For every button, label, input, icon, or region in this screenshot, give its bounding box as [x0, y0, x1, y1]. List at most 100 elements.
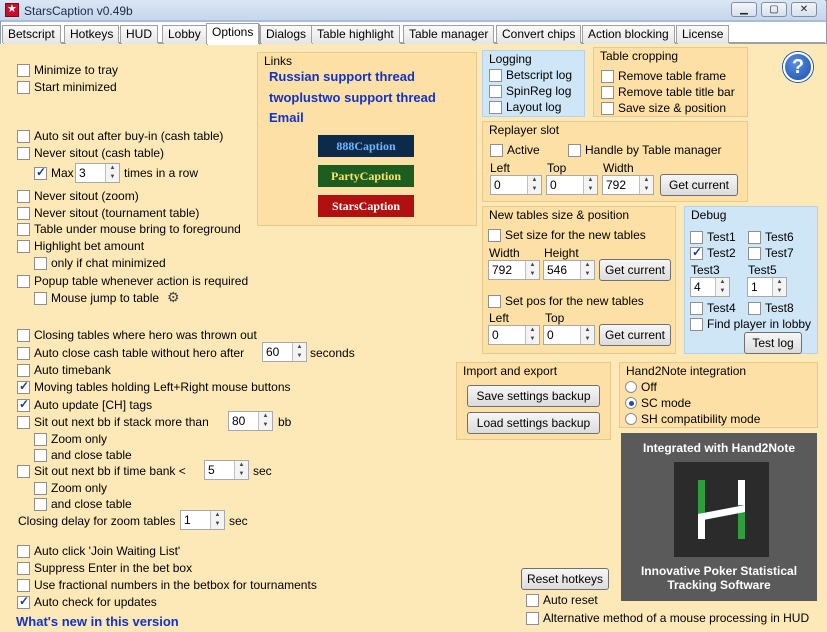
- stepper-value[interactable]: 792: [489, 261, 525, 279]
- auto-close-cash-checkbox[interactable]: Auto close cash table without hero after: [17, 346, 244, 360]
- tab-hotkeys[interactable]: Hotkeys: [64, 25, 120, 43]
- tab-action-blocking[interactable]: Action blocking: [582, 25, 675, 43]
- gear-icon[interactable]: ⚙: [167, 289, 180, 306]
- stepper-arrows[interactable]: ▲ ▼: [527, 176, 541, 194]
- tab-dialogs[interactable]: Dialogs: [260, 25, 313, 43]
- spinreg-log-checkbox[interactable]: SpinReg log: [489, 84, 571, 98]
- checkbox-box[interactable]: [690, 301, 703, 315]
- sit-out-timebank-checkbox[interactable]: Sit out next bb if time bank <: [17, 464, 186, 478]
- auto-timebank-checkbox[interactable]: Auto timebank: [17, 363, 111, 377]
- checkbox-box[interactable]: [690, 317, 703, 331]
- checkbox-box[interactable]: [17, 379, 30, 394]
- mouse-jump-checkbox[interactable]: Mouse jump to table: [34, 291, 159, 305]
- checkbox-box[interactable]: [17, 146, 30, 160]
- checkbox-box[interactable]: [34, 432, 47, 446]
- radio-dot[interactable]: [625, 397, 637, 409]
- tab-license[interactable]: License: [676, 25, 730, 43]
- checkbox-box[interactable]: [17, 594, 30, 609]
- close-button-overlay[interactable]: ✕: [791, 2, 817, 17]
- save-size-position-checkbox[interactable]: Save size & position: [601, 101, 726, 115]
- radio-dot[interactable]: [625, 413, 637, 425]
- timebank-stepper[interactable]: 5 ▲ ▼: [204, 460, 249, 480]
- stepper-value[interactable]: 1: [181, 511, 210, 529]
- max-times-checkbox[interactable]: Max: [34, 165, 74, 180]
- and-close-table-checkbox[interactable]: and close table: [34, 448, 132, 462]
- checkbox-box[interactable]: [748, 301, 761, 315]
- checkbox-box[interactable]: [17, 129, 30, 143]
- zoom-only-checkbox[interactable]: Zoom only: [34, 432, 107, 446]
- stepper-arrows[interactable]: ▲ ▼: [105, 164, 119, 182]
- tab-options[interactable]: Options: [206, 23, 260, 44]
- checkbox-box[interactable]: [489, 84, 502, 98]
- replayer-active-checkbox[interactable]: Active: [490, 143, 540, 157]
- checkbox-box[interactable]: [526, 611, 539, 625]
- checkbox-box[interactable]: [17, 415, 30, 429]
- test6-checkbox[interactable]: Test6: [748, 230, 794, 244]
- checkbox-box[interactable]: [34, 497, 47, 511]
- new-top-stepper[interactable]: 0 ▲ ▼: [543, 325, 595, 345]
- stepper-value[interactable]: 1: [748, 278, 772, 296]
- auto-sitout-checkbox[interactable]: Auto sit out after buy-in (cash table): [17, 129, 223, 143]
- load-settings-backup-button[interactable]: Load settings backup: [467, 412, 600, 434]
- test7-checkbox[interactable]: Test7: [748, 246, 794, 260]
- 888caption-link[interactable]: 888Caption: [318, 135, 414, 157]
- checkbox-box[interactable]: [488, 228, 501, 242]
- checkbox-box[interactable]: [17, 274, 30, 288]
- alt-mouse-method-checkbox[interactable]: Alternative method of a mouse processing…: [526, 611, 809, 625]
- checkbox-box[interactable]: [489, 68, 502, 82]
- test8-checkbox[interactable]: Test8: [748, 301, 794, 315]
- replayer-top-stepper[interactable]: 0 ▲ ▼: [546, 175, 598, 195]
- stepper-arrows[interactable]: ▲ ▼: [525, 326, 539, 344]
- partycaption-link[interactable]: PartyCaption: [318, 165, 414, 187]
- stepper-value[interactable]: 546: [544, 261, 580, 279]
- checkbox-box[interactable]: [17, 544, 30, 558]
- checkbox-box[interactable]: [489, 100, 502, 114]
- highlight-bet-checkbox[interactable]: Highlight bet amount: [17, 239, 144, 253]
- test1-checkbox[interactable]: Test1: [690, 230, 736, 244]
- zoom-only-2-checkbox[interactable]: Zoom only: [34, 481, 107, 495]
- test-log-button[interactable]: Test log: [744, 332, 802, 354]
- checkbox-box[interactable]: [17, 222, 30, 236]
- checkbox-box[interactable]: [17, 397, 30, 412]
- replayer-get-current-button[interactable]: Get current: [660, 174, 738, 196]
- replayer-width-stepper[interactable]: 792 ▲ ▼: [602, 175, 654, 195]
- stepper-arrows[interactable]: ▲ ▼: [639, 176, 653, 194]
- moving-tables-checkbox[interactable]: Moving tables holding Left+Right mouse b…: [17, 379, 291, 394]
- checkbox-box[interactable]: [34, 481, 47, 495]
- stepper-value[interactable]: 60: [263, 343, 292, 361]
- stepper-value[interactable]: 792: [603, 176, 639, 194]
- twoplustwo-support-link[interactable]: twoplustwo support thread: [269, 90, 436, 105]
- stepper-arrows[interactable]: ▲ ▼: [580, 326, 594, 344]
- whats-new-link[interactable]: What's new in this version: [16, 614, 179, 629]
- auto-check-updates-checkbox[interactable]: Auto check for updates: [17, 594, 157, 609]
- email-link[interactable]: Email: [269, 110, 304, 125]
- checkbox-box[interactable]: [34, 291, 47, 305]
- save-settings-backup-button[interactable]: Save settings backup: [467, 385, 600, 407]
- new-left-stepper[interactable]: 0 ▲ ▼: [488, 325, 540, 345]
- checkbox-box[interactable]: [34, 165, 47, 180]
- stepper-value[interactable]: 3: [76, 164, 105, 182]
- never-sitout-cash-checkbox[interactable]: Never sitout (cash table): [17, 146, 164, 160]
- closing-thrown-checkbox[interactable]: Closing tables where hero was thrown out: [17, 328, 257, 342]
- stepper-value[interactable]: 0: [491, 176, 527, 194]
- suppress-enter-checkbox[interactable]: Suppress Enter in the bet box: [17, 561, 192, 575]
- stepper-arrows[interactable]: ▲ ▼: [715, 278, 729, 296]
- test4-checkbox[interactable]: Test4: [690, 301, 736, 315]
- checkbox-box[interactable]: [748, 230, 761, 244]
- checkbox-box[interactable]: [601, 85, 614, 99]
- checkbox-box[interactable]: [17, 561, 30, 575]
- handle-by-manager-checkbox[interactable]: Handle by Table manager: [568, 143, 722, 157]
- test5-stepper[interactable]: 1 ▲ ▼: [747, 277, 787, 297]
- minimize-button-overlay[interactable]: ▁: [731, 2, 757, 17]
- fractional-numbers-checkbox[interactable]: Use fractional numbers in the betbox for…: [17, 578, 317, 592]
- checkbox-box[interactable]: [601, 101, 614, 115]
- stack-bb-stepper[interactable]: 80 ▲ ▼: [228, 411, 273, 431]
- tab-lobby[interactable]: Lobby: [162, 25, 207, 43]
- set-size-checkbox[interactable]: Set size for the new tables: [488, 228, 646, 242]
- stepper-value[interactable]: 5: [205, 461, 234, 479]
- checkbox-box[interactable]: [748, 246, 761, 260]
- tab-hud[interactable]: HUD: [120, 25, 158, 43]
- checkbox-box[interactable]: [526, 593, 539, 607]
- stepper-value[interactable]: 80: [229, 412, 258, 430]
- hand2note-banner[interactable]: Integrated with Hand2Note Innovative Pok…: [621, 433, 817, 601]
